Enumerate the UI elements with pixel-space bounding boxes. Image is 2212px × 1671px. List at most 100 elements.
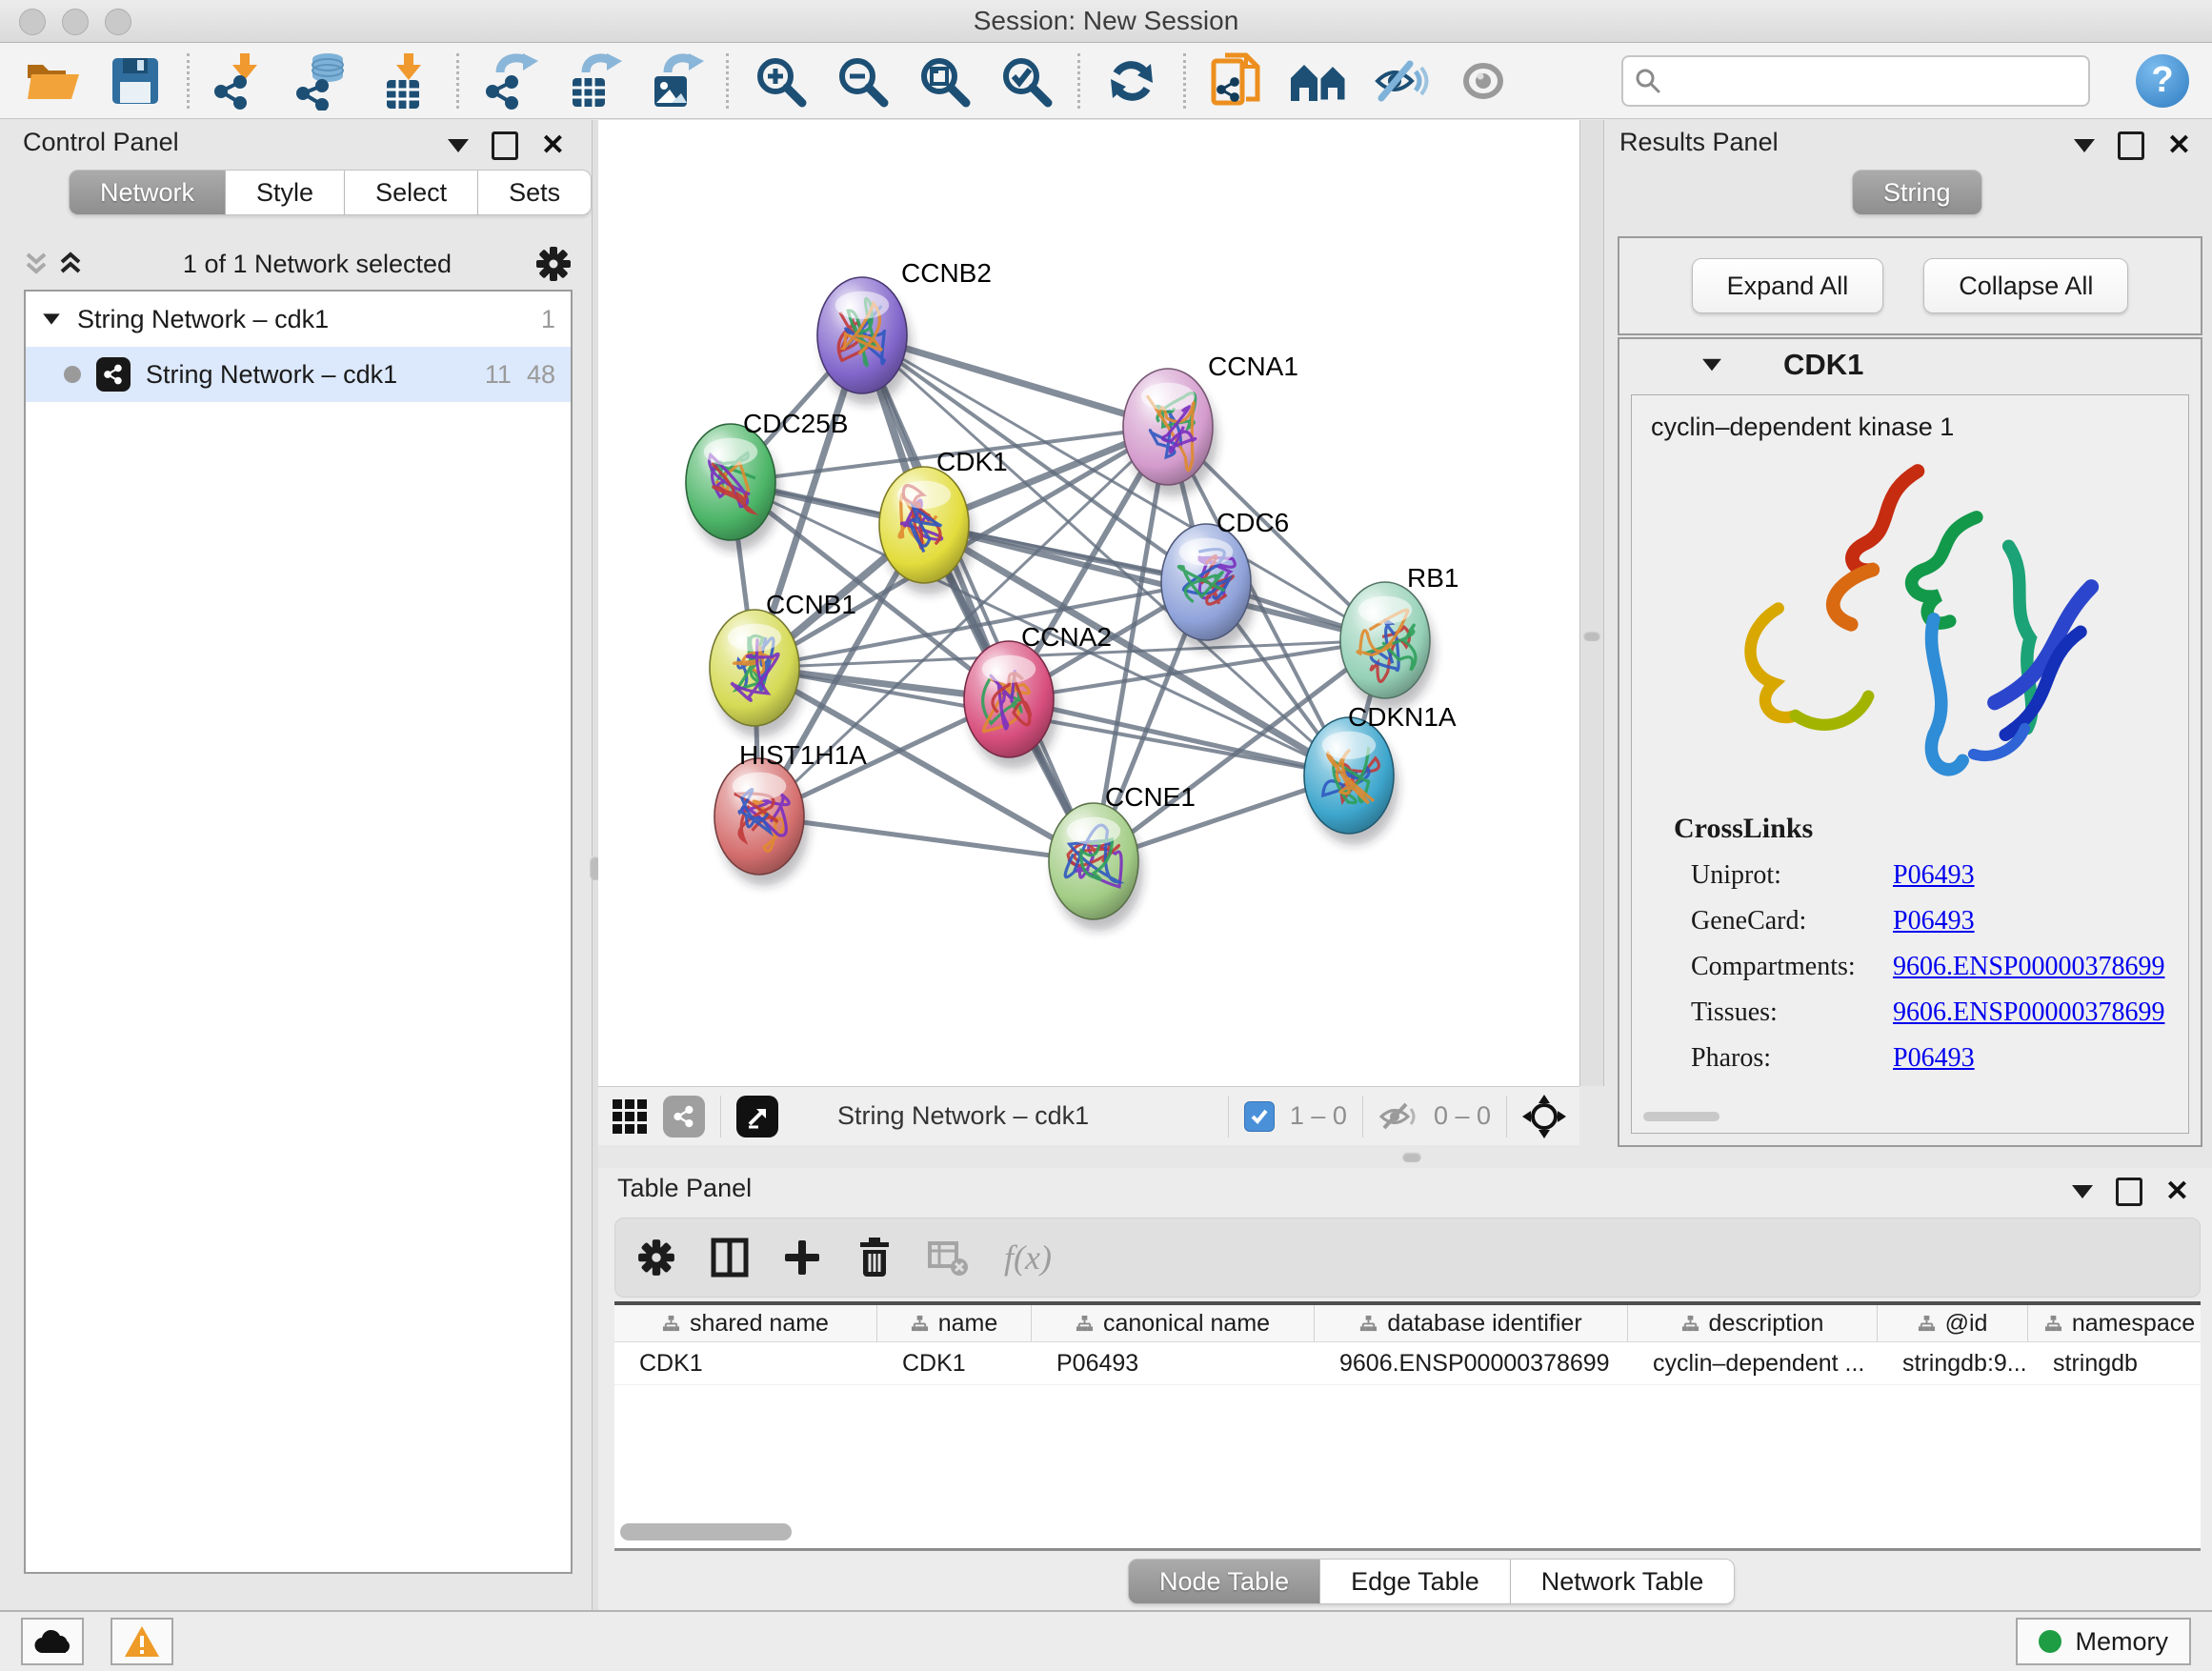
column-header-namespace[interactable]: namespace [2028, 1305, 2201, 1341]
hide-selected-icon[interactable] [1371, 50, 1432, 111]
export-image-icon[interactable] [644, 50, 705, 111]
attribute-icon [2044, 1315, 2062, 1333]
tab-style[interactable]: Style [226, 170, 345, 215]
expand-all-networks-icon[interactable] [58, 251, 83, 277]
zoom-selected-icon[interactable] [995, 50, 1056, 111]
column-header-canonical-name[interactable]: canonical name [1032, 1305, 1315, 1341]
open-in-string-icon[interactable] [736, 1096, 778, 1137]
add-column-icon[interactable] [783, 1238, 821, 1277]
network-view-toolbar: String Network – cdk1 1 – 0 0 – 0 [598, 1086, 1579, 1145]
table-cell[interactable]: CDK1 [877, 1342, 1032, 1384]
zoom-out-icon[interactable] [832, 50, 893, 111]
attribute-icon [1076, 1315, 1094, 1333]
table-cell[interactable]: stringdb:9... [1878, 1342, 2028, 1384]
table-cell[interactable]: 9606.ENSP00000378699 [1315, 1342, 1628, 1384]
refresh-group [1101, 50, 1162, 111]
tab-string-results[interactable]: String [1852, 170, 1982, 215]
gene-card-expander-icon[interactable] [1702, 359, 1721, 372]
table-cell[interactable]: stringdb [2028, 1342, 2201, 1384]
column-header-database-identifier[interactable]: database identifier [1315, 1305, 1628, 1341]
horizontal-splitter-handle[interactable] [1402, 1152, 1421, 1162]
crosslink-link[interactable]: 9606.ENSP00000378699 [1893, 997, 2164, 1027]
crosslink-label: GeneCard: [1674, 906, 1893, 936]
network-collection-row[interactable]: String Network – cdk1 1 [26, 292, 571, 347]
table-panel-float-icon[interactable] [2116, 1178, 2142, 1206]
network-canvas[interactable]: CCNB2CCNA1CDC25BCDK1CDC6RB1CCNB1CCNA2HIS… [598, 120, 1579, 1086]
results-panel-collapse-icon[interactable] [2074, 139, 2095, 152]
collapse-all-button[interactable]: Collapse All [1923, 258, 2128, 313]
footer-separator [1362, 1096, 1363, 1137]
window-title: Session: New Session [0, 0, 2212, 42]
tab-select[interactable]: Select [345, 170, 478, 215]
selected-count-checkbox-icon[interactable] [1244, 1101, 1275, 1132]
collection-expander-icon[interactable] [43, 313, 60, 324]
expand-all-button[interactable]: Expand All [1692, 258, 1884, 313]
right-splitter-handle[interactable] [1583, 631, 1600, 641]
network-list-header: 1 of 1 Network selected [24, 242, 573, 286]
column-header-@id[interactable]: @id [1878, 1305, 2028, 1341]
control-panel-collapse-icon[interactable] [448, 139, 469, 152]
crosslink-link[interactable]: P06493 [1893, 906, 1975, 936]
cloud-status-button[interactable] [21, 1618, 84, 1665]
zoom-fit-icon[interactable] [914, 50, 975, 111]
column-header-shared-name[interactable]: shared name [614, 1305, 877, 1341]
results-panel-float-icon[interactable] [2118, 131, 2144, 160]
selected-nodes-edges-count: 1 – 0 [1290, 1101, 1347, 1131]
memory-button[interactable]: Memory [2016, 1618, 2191, 1665]
import-table-file-icon[interactable] [374, 50, 435, 111]
show-all-icon[interactable] [1453, 50, 1514, 111]
delete-table-icon[interactable] [928, 1238, 970, 1278]
table-cell[interactable]: cyclin–dependent ... [1628, 1342, 1878, 1384]
tab-sets[interactable]: Sets [478, 170, 592, 215]
control-panel-float-icon[interactable] [492, 131, 518, 160]
network-options-gear-icon[interactable] [534, 245, 573, 283]
view-grid-icon[interactable] [612, 1098, 648, 1135]
export-network-icon[interactable] [480, 50, 541, 111]
crosslink-link[interactable]: P06493 [1893, 860, 1975, 890]
table-panel-collapse-icon[interactable] [2072, 1185, 2093, 1198]
zoom-group [750, 50, 1056, 111]
help-icon[interactable]: ? [2136, 54, 2189, 108]
save-session-icon[interactable] [105, 50, 166, 111]
network-row[interactable]: String Network – cdk1 11 48 [26, 347, 571, 402]
string-network-graph[interactable]: CCNB2CCNA1CDC25BCDK1CDC6RB1CCNB1CCNA2HIS… [598, 120, 1579, 1086]
control-panel-close-icon[interactable]: ✕ [541, 134, 565, 157]
hidden-eye-icon[interactable] [1378, 1100, 1418, 1133]
table-options-gear-icon[interactable] [636, 1238, 676, 1278]
warnings-button[interactable] [111, 1618, 173, 1665]
table-cell[interactable]: P06493 [1032, 1342, 1315, 1384]
crosslink-link[interactable]: P06493 [1893, 1043, 1975, 1073]
clone-network-icon[interactable] [1207, 50, 1268, 111]
node-count: 11 [485, 360, 512, 390]
delete-column-trash-icon[interactable] [855, 1237, 894, 1278]
column-header-name[interactable]: name [877, 1305, 1032, 1341]
export-table-icon[interactable] [562, 50, 623, 111]
fit-selected-crosshair-icon[interactable] [1522, 1095, 1566, 1138]
table-horizontal-scrollbar[interactable] [620, 1523, 792, 1540]
results-scrollbar[interactable] [1643, 1112, 1719, 1121]
main-toolbar: ? [0, 43, 2212, 119]
open-session-icon[interactable] [23, 50, 84, 111]
tab-node-table[interactable]: Node Table [1128, 1559, 1320, 1604]
node-label-CCNA2: CCNA2 [1021, 622, 1112, 652]
crosslink-link[interactable]: 9606.ENSP00000378699 [1893, 952, 2164, 981]
import-network-file-icon[interactable] [211, 50, 271, 111]
show-hide-panels-icon[interactable] [1289, 50, 1350, 111]
refresh-view-icon[interactable] [1101, 50, 1162, 111]
table-cell[interactable]: CDK1 [614, 1342, 877, 1384]
show-columns-icon[interactable] [711, 1238, 749, 1278]
tab-network[interactable]: Network [69, 170, 226, 215]
results-panel-close-icon[interactable]: ✕ [2167, 134, 2191, 157]
search-input[interactable] [1671, 65, 2077, 96]
zoom-in-icon[interactable] [750, 50, 811, 111]
tab-edge-table[interactable]: Edge Table [1320, 1559, 1511, 1604]
import-network-database-icon[interactable] [292, 50, 353, 111]
table-row[interactable]: CDK1CDK1P064939606.ENSP00000378699cyclin… [614, 1342, 2201, 1385]
right-splitter[interactable] [1579, 120, 1604, 1086]
tab-network-table[interactable]: Network Table [1511, 1559, 1736, 1604]
function-builder-icon[interactable]: f(x) [1004, 1238, 1052, 1278]
column-header-description[interactable]: description [1628, 1305, 1878, 1341]
collapse-all-networks-icon[interactable] [24, 251, 49, 277]
table-panel-close-icon[interactable]: ✕ [2165, 1180, 2189, 1203]
string-network-badge-icon[interactable] [663, 1096, 705, 1137]
